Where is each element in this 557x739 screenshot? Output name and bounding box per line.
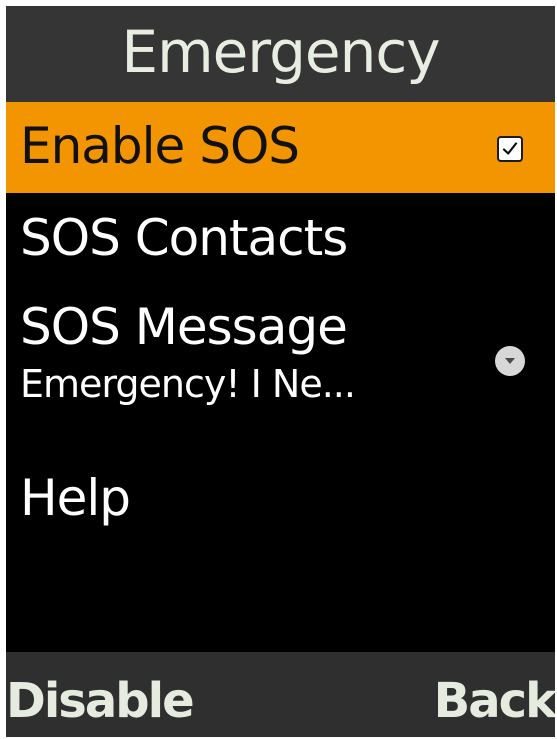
enable-sos-checkbox[interactable] xyxy=(497,136,523,162)
menu-item-sos-message[interactable]: SOS Message Emergency! I Ne... xyxy=(6,284,555,453)
menu-item-label: Help xyxy=(20,469,131,527)
menu-item-label: Enable SOS xyxy=(20,117,300,175)
sos-message-value: Emergency! I Ne... xyxy=(20,362,356,406)
menu-item-help[interactable]: Help xyxy=(6,453,555,555)
menu-item-label: SOS Contacts xyxy=(20,209,348,267)
menu-item-label: SOS Message xyxy=(20,298,348,356)
sos-message-dropdown[interactable] xyxy=(495,346,525,376)
page-title: Emergency xyxy=(6,6,555,102)
disable-softkey[interactable]: Disable xyxy=(6,652,195,737)
emergency-menu: Enable SOS SOS Contacts SOS Message Emer… xyxy=(6,102,555,555)
phone-screen: Emergency Enable SOS SOS Contacts SOS Me… xyxy=(6,6,555,737)
menu-item-sos-contacts[interactable]: SOS Contacts xyxy=(6,193,555,284)
menu-item-enable-sos[interactable]: Enable SOS xyxy=(6,102,555,193)
chevron-down-icon xyxy=(505,358,515,364)
back-softkey[interactable]: Back xyxy=(434,652,555,737)
softkey-bar: Disable Back xyxy=(6,652,555,737)
checkmark-icon xyxy=(502,142,518,155)
